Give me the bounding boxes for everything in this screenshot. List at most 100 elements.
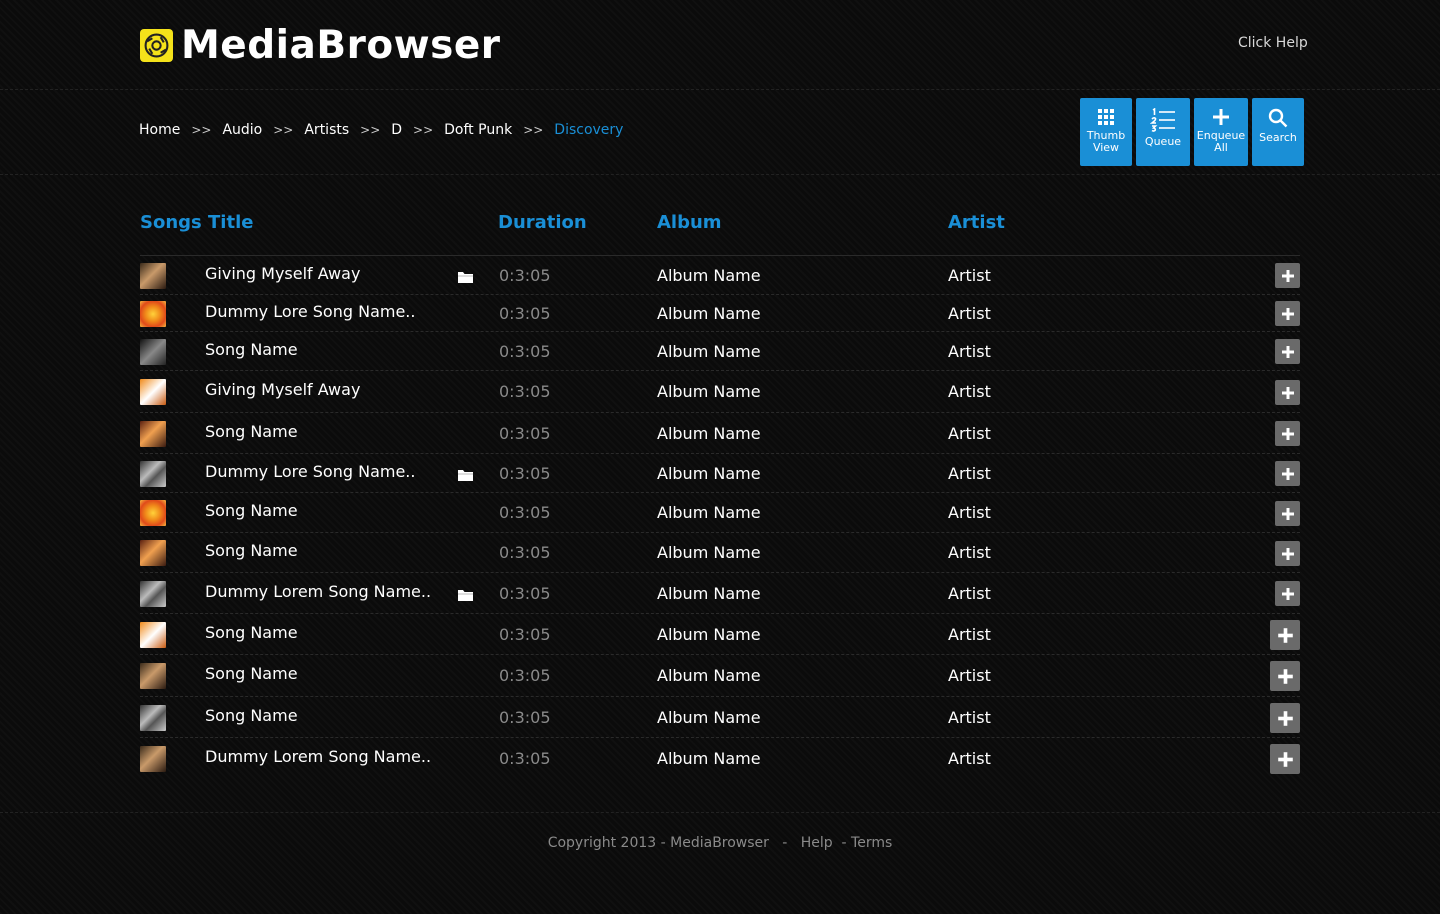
column-header-artist[interactable]: Artist [948,212,1005,233]
song-artist[interactable]: Artist [948,342,991,361]
song-row[interactable]: Giving Myself Away 0:3:05 Album Name Artist [140,255,1300,295]
song-album[interactable]: Album Name [657,304,761,323]
song-artist[interactable]: Artist [948,708,991,727]
song-row[interactable]: Dummy Lorem Song Name.. 0:3:05 Album Name A… [140,572,1300,614]
add-to-queue-button[interactable] [1275,380,1300,405]
album-thumbnail[interactable] [140,461,166,487]
add-to-queue-button[interactable] [1275,581,1300,606]
song-artist[interactable]: Artist [948,424,991,443]
breadcrumb-d[interactable]: D [391,122,402,138]
breadcrumb-separator: >> [273,123,294,137]
song-artist[interactable]: Artist [948,382,991,401]
song-row[interactable]: Song Name 0:3:05 Album Name Artist [140,331,1300,371]
song-artist[interactable]: Artist [948,584,991,603]
song-row[interactable]: Song Name 0:3:05 Album Name Artist [140,532,1300,573]
song-row[interactable]: Dummy Lore Song Name.. 0:3:05 Album Name Ar… [140,453,1300,493]
logo[interactable]: MediaBrowser [140,20,501,70]
song-row[interactable]: Dummy Lore Song Name.. 0:3:05 Album Name Ar… [140,294,1300,332]
click-help-link[interactable]: Click Help [1238,35,1308,51]
song-row[interactable]: Dummy Lorem Song Name.. 0:3:05 Album Name A… [140,737,1300,780]
add-to-queue-button[interactable] [1270,703,1300,733]
folder-icon[interactable] [457,468,474,482]
song-artist[interactable]: Artist [948,304,991,323]
thumb-view-button[interactable]: Thumb View [1080,98,1132,166]
song-title[interactable]: Song Name [205,706,298,725]
song-artist[interactable]: Artist [948,666,991,685]
queue-button[interactable]: Queue [1136,98,1190,166]
song-title[interactable]: Dummy Lorem Song Name.. [205,747,431,766]
breadcrumb-artists[interactable]: Artists [304,122,349,138]
footer-terms-link[interactable]: Terms [851,835,892,851]
breadcrumb-artist[interactable]: Doft Punk [444,122,512,138]
song-album[interactable]: Album Name [657,464,761,483]
song-album[interactable]: Album Name [657,749,761,768]
song-row[interactable]: Song Name 0:3:05 Album Name Artist [140,613,1300,655]
song-title[interactable]: Dummy Lore Song Name.. [205,302,415,321]
song-title[interactable]: Song Name [205,664,298,683]
song-row[interactable]: Song Name 0:3:05 Album Name Artist [140,492,1300,533]
album-thumbnail[interactable] [140,540,166,566]
album-thumbnail[interactable] [140,339,166,365]
song-title[interactable]: Song Name [205,623,298,642]
song-artist[interactable]: Artist [948,266,991,285]
song-artist[interactable]: Artist [948,625,991,644]
breadcrumb-home[interactable]: Home [139,122,180,138]
song-title[interactable]: Giving Myself Away [205,380,360,399]
add-to-queue-button[interactable] [1275,461,1300,486]
add-to-queue-button[interactable] [1275,339,1300,364]
song-album[interactable]: Album Name [657,503,761,522]
add-to-queue-button[interactable] [1275,263,1300,288]
song-album[interactable]: Album Name [657,382,761,401]
column-header-album[interactable]: Album [657,212,722,233]
app-title: MediaBrowser [181,22,501,68]
footer-help-link[interactable]: Help [801,835,833,851]
add-to-queue-button[interactable] [1275,541,1300,566]
song-album[interactable]: Album Name [657,543,761,562]
song-row[interactable]: Song Name 0:3:05 Album Name Artist [140,696,1300,738]
song-album[interactable]: Album Name [657,342,761,361]
album-thumbnail[interactable] [140,705,166,731]
album-thumbnail[interactable] [140,581,166,607]
song-title[interactable]: Dummy Lorem Song Name.. [205,582,431,601]
song-album[interactable]: Album Name [657,625,761,644]
song-artist[interactable]: Artist [948,749,991,768]
column-header-duration[interactable]: Duration [498,212,587,233]
add-to-queue-button[interactable] [1275,501,1300,526]
song-title[interactable]: Song Name [205,340,298,359]
song-album[interactable]: Album Name [657,584,761,603]
song-title[interactable]: Giving Myself Away [205,264,360,283]
album-thumbnail[interactable] [140,379,166,405]
song-row[interactable]: Giving Myself Away 0:3:05 Album Name Artist [140,370,1300,413]
enqueue-all-button[interactable]: Enqueue All [1194,98,1248,166]
breadcrumb-audio[interactable]: Audio [222,122,262,138]
song-row[interactable]: Song Name 0:3:05 Album Name Artist [140,412,1300,454]
folder-icon[interactable] [457,270,474,284]
folder-icon[interactable] [457,588,474,602]
song-artist[interactable]: Artist [948,503,991,522]
search-button[interactable]: Search [1252,98,1304,166]
song-title[interactable]: Song Name [205,541,298,560]
add-to-queue-button[interactable] [1270,620,1300,650]
add-to-queue-button[interactable] [1270,661,1300,691]
song-album[interactable]: Album Name [657,266,761,285]
song-row[interactable]: Song Name 0:3:05 Album Name Artist [140,654,1300,697]
column-header-title[interactable]: Songs Title [140,212,253,233]
song-album[interactable]: Album Name [657,424,761,443]
song-title[interactable]: Dummy Lore Song Name.. [205,462,415,481]
album-thumbnail[interactable] [140,622,166,648]
album-thumbnail[interactable] [140,746,166,772]
album-thumbnail[interactable] [140,500,166,526]
album-thumbnail[interactable] [140,663,166,689]
album-thumbnail[interactable] [140,301,166,327]
song-title[interactable]: Song Name [205,501,298,520]
song-artist[interactable]: Artist [948,543,991,562]
album-thumbnail[interactable] [140,263,166,289]
add-to-queue-button[interactable] [1275,421,1300,446]
song-album[interactable]: Album Name [657,666,761,685]
add-to-queue-button[interactable] [1270,744,1300,774]
add-to-queue-button[interactable] [1275,301,1300,326]
song-title[interactable]: Song Name [205,422,298,441]
album-thumbnail[interactable] [140,421,166,447]
song-artist[interactable]: Artist [948,464,991,483]
song-album[interactable]: Album Name [657,708,761,727]
